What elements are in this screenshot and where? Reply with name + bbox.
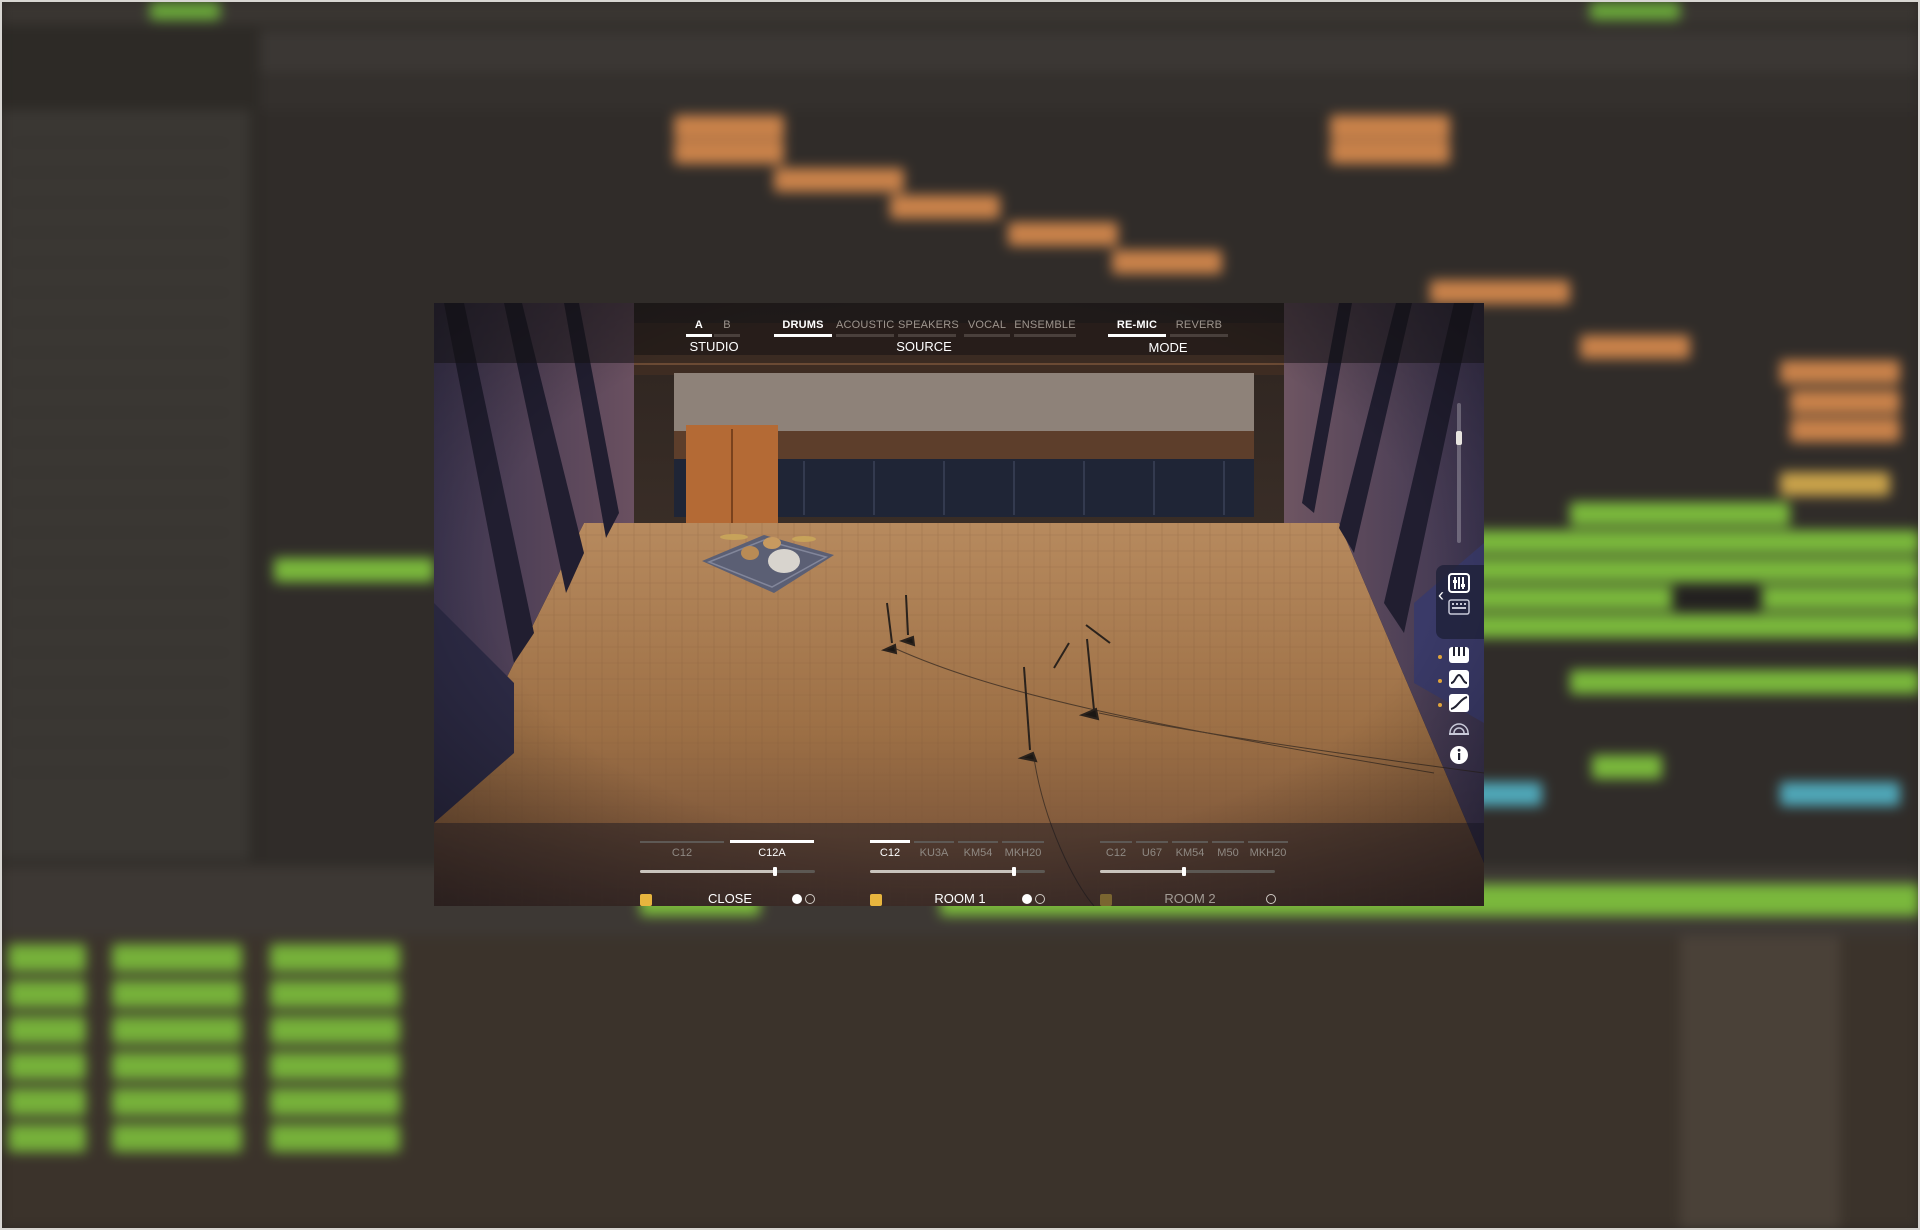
studio-tab-b[interactable]: B bbox=[714, 319, 740, 337]
mode-label: MODE bbox=[1148, 340, 1188, 355]
mic-tab-ku3a[interactable]: KU3A bbox=[914, 841, 954, 859]
channel-enable-toggle[interactable] bbox=[1100, 894, 1112, 906]
mic-tab-km54[interactable]: KM54 bbox=[1172, 841, 1208, 859]
mode-tab-group: RE-MIC REVERB MODE bbox=[1108, 313, 1238, 361]
daw-ruler bbox=[260, 30, 1920, 74]
mic-tab-u67[interactable]: U67 bbox=[1136, 841, 1168, 859]
daw-track-list bbox=[0, 110, 250, 860]
studio-tab-group: A B STUDIO bbox=[686, 313, 746, 361]
eq-icon[interactable] bbox=[1448, 669, 1470, 689]
mic-tab-c12[interactable]: C12 bbox=[640, 841, 724, 859]
studio-room-image bbox=[434, 303, 1484, 906]
mic-tab-c12a[interactable]: C12A bbox=[730, 840, 814, 859]
channel-level-fader[interactable] bbox=[1100, 867, 1275, 876]
mic-tab-m50[interactable]: M50 bbox=[1212, 841, 1244, 859]
source-label: SOURCE bbox=[896, 339, 952, 354]
source-tab-acoustic[interactable]: ACOUSTIC bbox=[836, 319, 894, 337]
source-tab-ensemble[interactable]: ENSEMBLE bbox=[1014, 319, 1076, 337]
mixer-icon[interactable] bbox=[1448, 573, 1470, 593]
channel-room-2: C12 U67 KM54 M50 MKH20 ROOM 2 bbox=[1100, 835, 1288, 906]
plugin-window: A B STUDIO DRUMS ACOUSTIC SPEAKERS VOCAL… bbox=[434, 303, 1484, 906]
channel-close: C12 C12A CLOSE bbox=[640, 835, 820, 906]
mic-tab-mkh20[interactable]: MKH20 bbox=[1248, 841, 1288, 859]
active-indicator-dot bbox=[1438, 703, 1442, 707]
mode-tab-reverb[interactable]: REVERB bbox=[1170, 319, 1228, 337]
studio-tab-a[interactable]: A bbox=[686, 319, 712, 337]
channel-level-fader[interactable] bbox=[870, 867, 1045, 876]
output-level-slider[interactable] bbox=[1456, 403, 1462, 543]
mic-tab-km54[interactable]: KM54 bbox=[958, 841, 998, 859]
curve-icon[interactable] bbox=[1448, 693, 1470, 713]
mono-mode-icon[interactable] bbox=[1022, 894, 1032, 904]
channel-name: CLOSE bbox=[707, 891, 753, 906]
piano-icon[interactable] bbox=[1448, 645, 1470, 665]
mic-tab-c12[interactable]: C12 bbox=[1100, 841, 1132, 859]
mono-mode-icon[interactable] bbox=[792, 894, 802, 904]
source-tab-group: DRUMS ACOUSTIC SPEAKERS VOCAL ENSEMBLE S… bbox=[774, 313, 1076, 361]
source-tab-speakers[interactable]: SPEAKERS bbox=[898, 319, 959, 337]
channel-name: ROOM 2 bbox=[1164, 891, 1216, 906]
info-icon[interactable] bbox=[1448, 745, 1470, 765]
channel-enable-toggle[interactable] bbox=[870, 894, 882, 906]
collapse-chevron-icon[interactable]: ‹ bbox=[1438, 585, 1444, 606]
channel-room-1: C12 KU3A KM54 MKH20 ROOM 1 bbox=[870, 835, 1050, 906]
channel-level-fader[interactable] bbox=[640, 867, 815, 876]
keyboard-icon[interactable] bbox=[1448, 597, 1470, 617]
stereo-mode-icon[interactable] bbox=[805, 894, 815, 904]
mode-tab-remic[interactable]: RE-MIC bbox=[1108, 319, 1166, 337]
daw-toolbar bbox=[0, 0, 1920, 24]
mic-tab-mkh20[interactable]: MKH20 bbox=[1002, 841, 1044, 859]
studio-label: STUDIO bbox=[689, 339, 739, 354]
stereo-field-icon[interactable] bbox=[1448, 717, 1470, 737]
stereo-mode-icon[interactable] bbox=[1266, 894, 1276, 904]
channel-name: ROOM 1 bbox=[934, 891, 986, 906]
daw-markers-track bbox=[260, 76, 1920, 110]
channel-enable-toggle[interactable] bbox=[640, 894, 652, 906]
slider-handle[interactable] bbox=[1456, 431, 1462, 445]
side-toolbar: ‹ bbox=[1428, 565, 1484, 865]
source-tab-vocal[interactable]: VOCAL bbox=[964, 319, 1010, 337]
source-tab-drums[interactable]: DRUMS bbox=[774, 319, 832, 337]
mic-tab-c12[interactable]: C12 bbox=[870, 840, 910, 859]
active-indicator-dot bbox=[1438, 679, 1442, 683]
active-indicator-dot bbox=[1438, 655, 1442, 659]
stereo-mode-icon[interactable] bbox=[1035, 894, 1045, 904]
